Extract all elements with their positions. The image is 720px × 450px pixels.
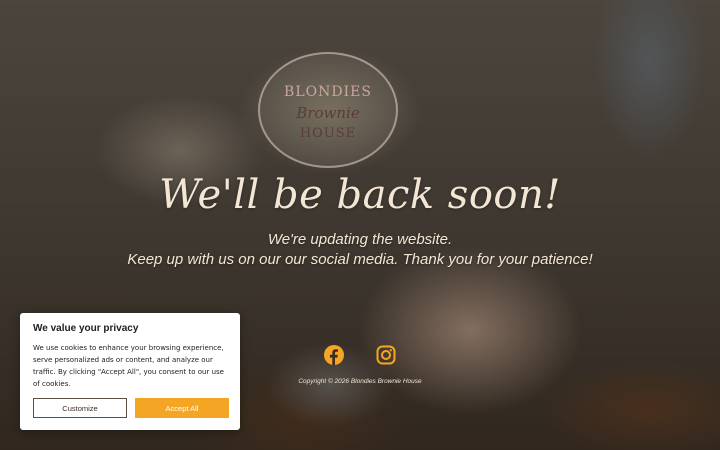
accept-all-button[interactable]: Accept All: [135, 398, 229, 418]
update-message: We're updating the website.: [267, 231, 453, 248]
logo-text-brownie: Brownie: [296, 104, 360, 122]
apron-logo: BLONDIES Brownie HOUSE: [258, 52, 398, 168]
cookie-description: We use cookies to enhance your browsing …: [33, 344, 224, 388]
instagram-icon[interactable]: [376, 345, 396, 365]
page-headline: We'll be back soon!: [159, 172, 561, 218]
cookie-title: We value your privacy: [33, 323, 139, 334]
social-message: Keep up with us on our our social media.…: [127, 251, 593, 268]
logo-text-blondies: BLONDIES: [284, 84, 372, 100]
cookie-actions: Customize Accept All: [33, 398, 229, 418]
cookie-consent-banner: We value your privacy We use cookies to …: [20, 313, 240, 430]
customize-button[interactable]: Customize: [33, 398, 127, 418]
facebook-icon[interactable]: [324, 345, 344, 365]
logo-text-house: HOUSE: [299, 126, 357, 141]
